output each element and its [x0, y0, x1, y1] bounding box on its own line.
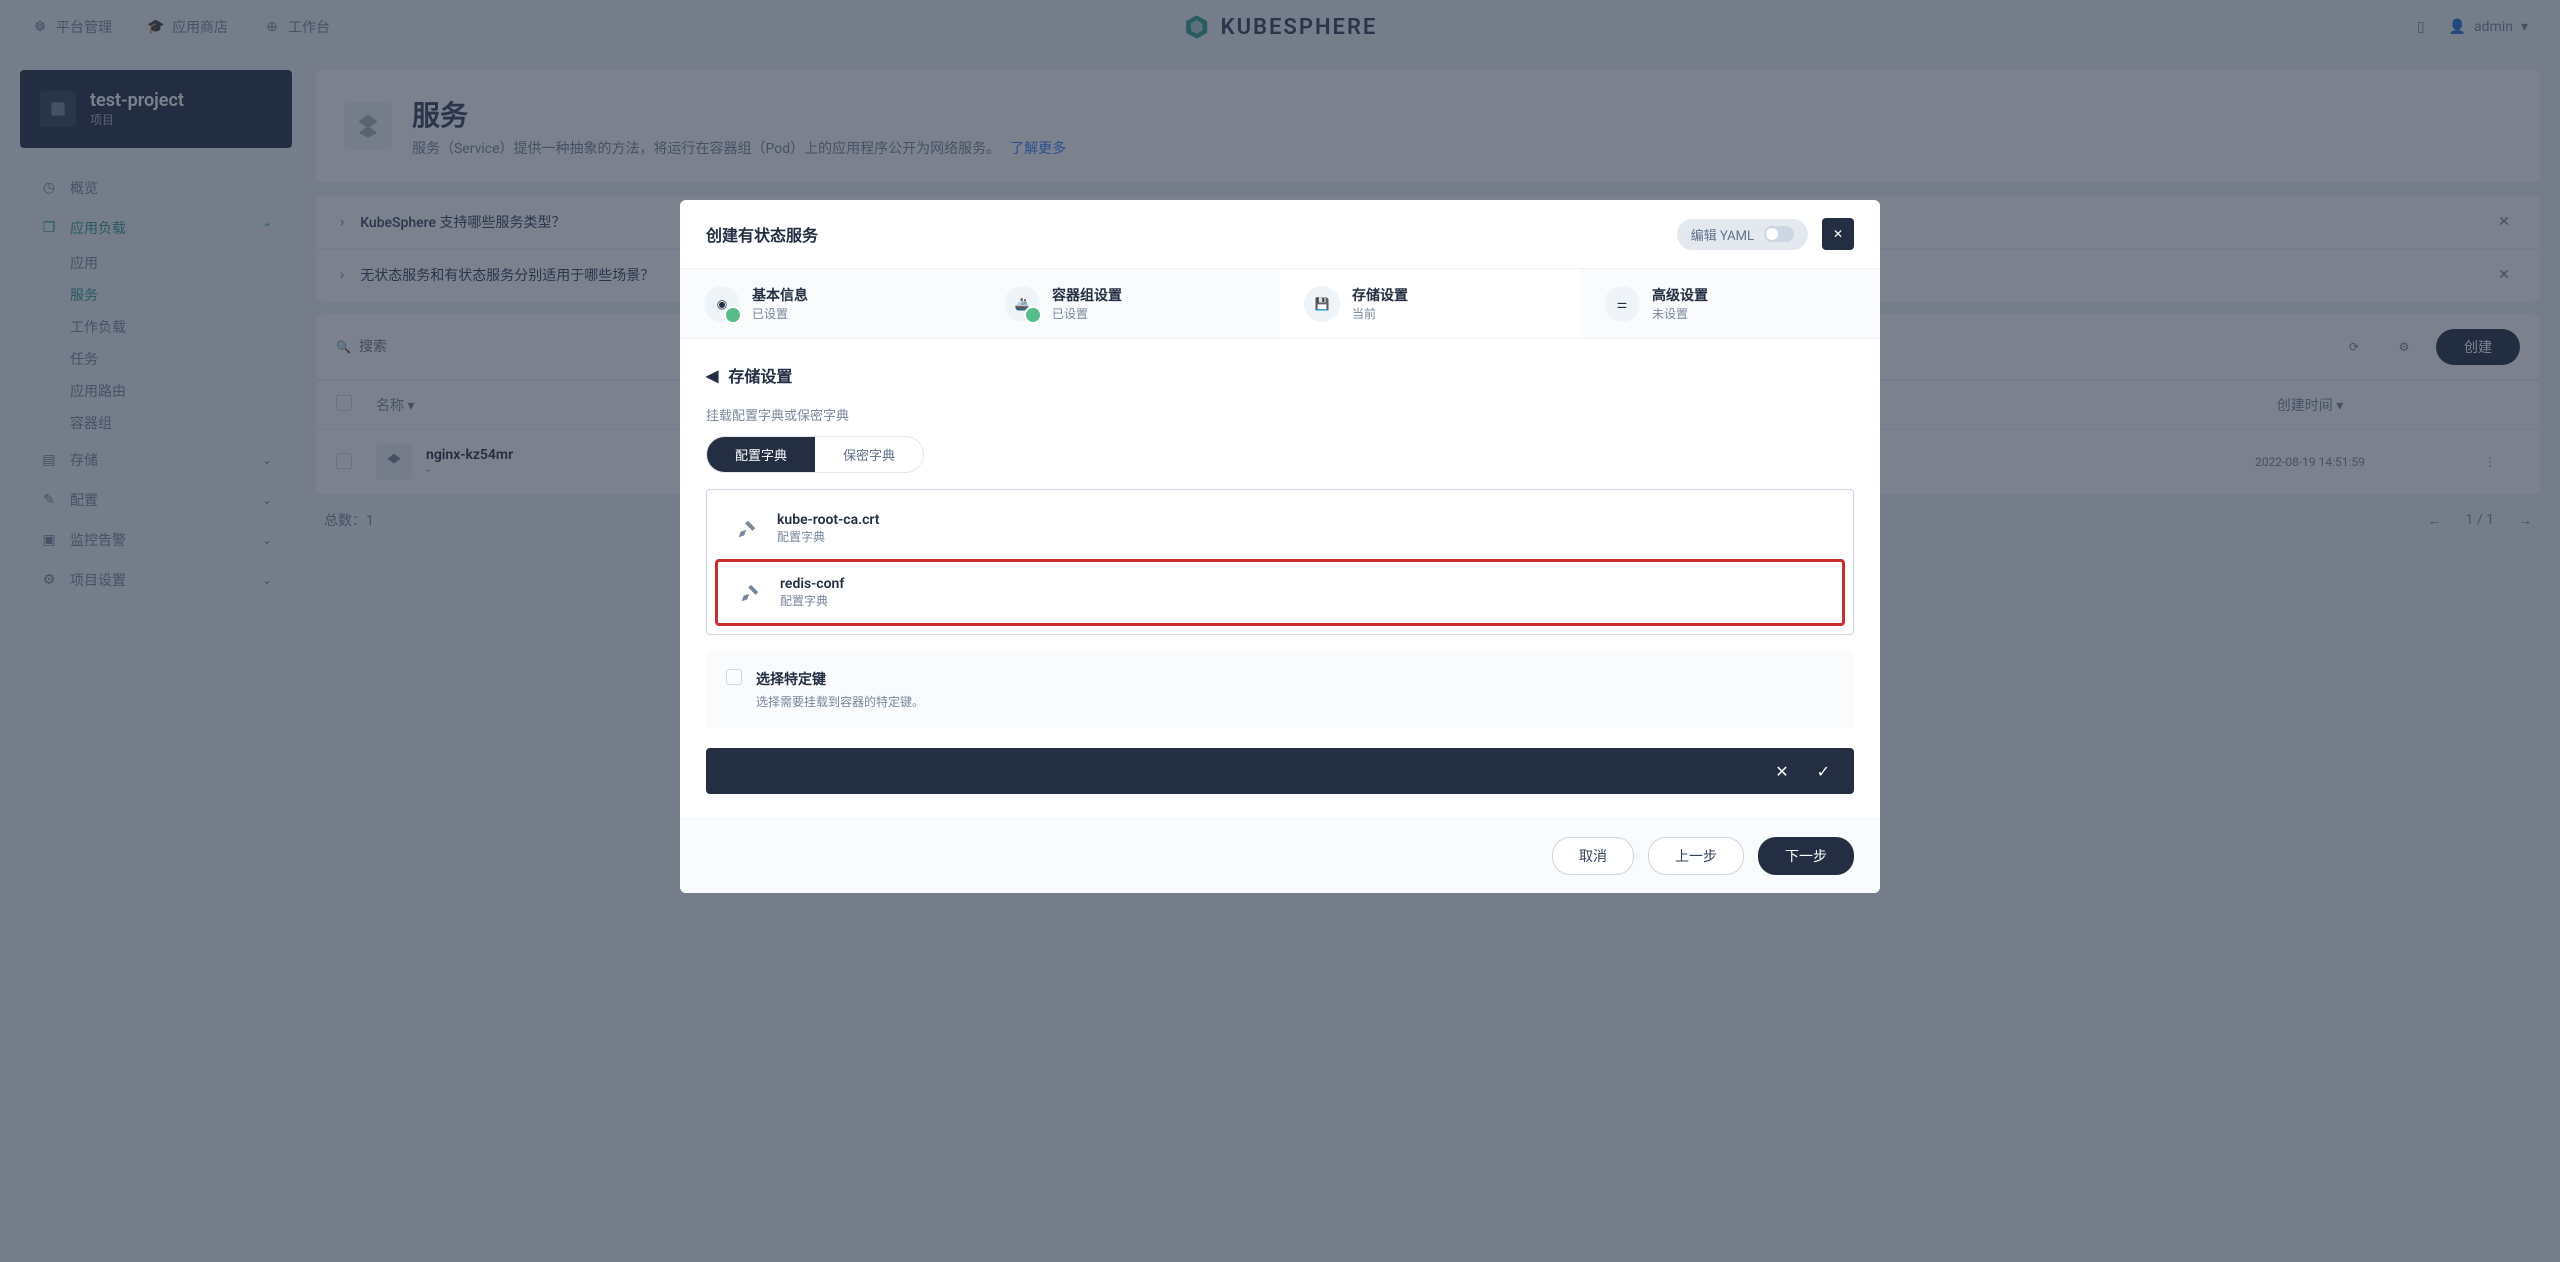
item-name: kube-root-ca.crt	[777, 512, 879, 528]
next-button[interactable]: 下一步	[1758, 837, 1854, 875]
modal: 创建有状态服务 编辑 YAML ✕ ◉基本信息已设置 🚢容器组设置已设置 💾存储…	[680, 200, 1880, 893]
strip-cancel[interactable]: ✕	[1775, 762, 1788, 781]
back-icon[interactable]: ◀	[706, 366, 718, 385]
disk-icon: 💾	[1304, 286, 1340, 322]
step-storage[interactable]: 💾存储设置当前	[1280, 269, 1580, 338]
section-title: ◀存储设置	[706, 363, 1854, 387]
modal-title: 创建有状态服务	[706, 222, 818, 246]
prev-button[interactable]: 上一步	[1648, 837, 1744, 875]
item-name: redis-conf	[780, 576, 844, 592]
keys-sub: 选择需要挂载到容器的特定键。	[756, 693, 924, 710]
dict-type-tabs: 配置字典 保密字典	[706, 436, 924, 473]
modal-footer: 取消 上一步 下一步	[680, 818, 1880, 893]
close-modal-button[interactable]: ✕	[1822, 218, 1854, 250]
keys-title: 选择特定键	[756, 669, 924, 689]
item-sub: 配置字典	[777, 528, 879, 545]
config-list: kube-root-ca.crt配置字典 redis-conf配置字典	[706, 489, 1854, 635]
tab-secret[interactable]: 保密字典	[815, 437, 923, 472]
item-sub: 配置字典	[780, 592, 844, 609]
list-item[interactable]: kube-root-ca.crt配置字典	[715, 498, 1845, 559]
edit-yaml-toggle[interactable]: 编辑 YAML	[1677, 219, 1808, 250]
tab-configmap[interactable]: 配置字典	[707, 437, 815, 472]
sliders-icon: ⚌	[1604, 286, 1640, 322]
info-icon: ◉	[704, 286, 740, 322]
cancel-button[interactable]: 取消	[1552, 837, 1634, 875]
modal-header: 创建有状态服务 编辑 YAML ✕	[680, 200, 1880, 269]
hammer-icon	[733, 515, 761, 543]
modal-body: ◀存储设置 挂载配置字典或保密字典 配置字典 保密字典 kube-root-ca…	[680, 339, 1880, 818]
action-strip: ✕ ✓	[706, 748, 1854, 794]
mount-label: 挂载配置字典或保密字典	[706, 405, 1854, 424]
toggle-switch	[1764, 226, 1794, 242]
container-icon: 🚢	[1004, 286, 1040, 322]
select-keys-box: 选择特定键选择需要挂载到容器的特定键。	[706, 651, 1854, 728]
strip-confirm[interactable]: ✓	[1817, 762, 1830, 781]
step-advanced[interactable]: ⚌高级设置未设置	[1580, 269, 1880, 338]
modal-overlay: 创建有状态服务 编辑 YAML ✕ ◉基本信息已设置 🚢容器组设置已设置 💾存储…	[0, 0, 2560, 1262]
step-tabs: ◉基本信息已设置 🚢容器组设置已设置 💾存储设置当前 ⚌高级设置未设置	[680, 269, 1880, 339]
select-keys-checkbox[interactable]	[726, 669, 742, 685]
list-item-selected[interactable]: redis-conf配置字典	[715, 559, 1845, 626]
hammer-icon	[736, 579, 764, 607]
step-pods[interactable]: 🚢容器组设置已设置	[980, 269, 1280, 338]
step-basic[interactable]: ◉基本信息已设置	[680, 269, 980, 338]
